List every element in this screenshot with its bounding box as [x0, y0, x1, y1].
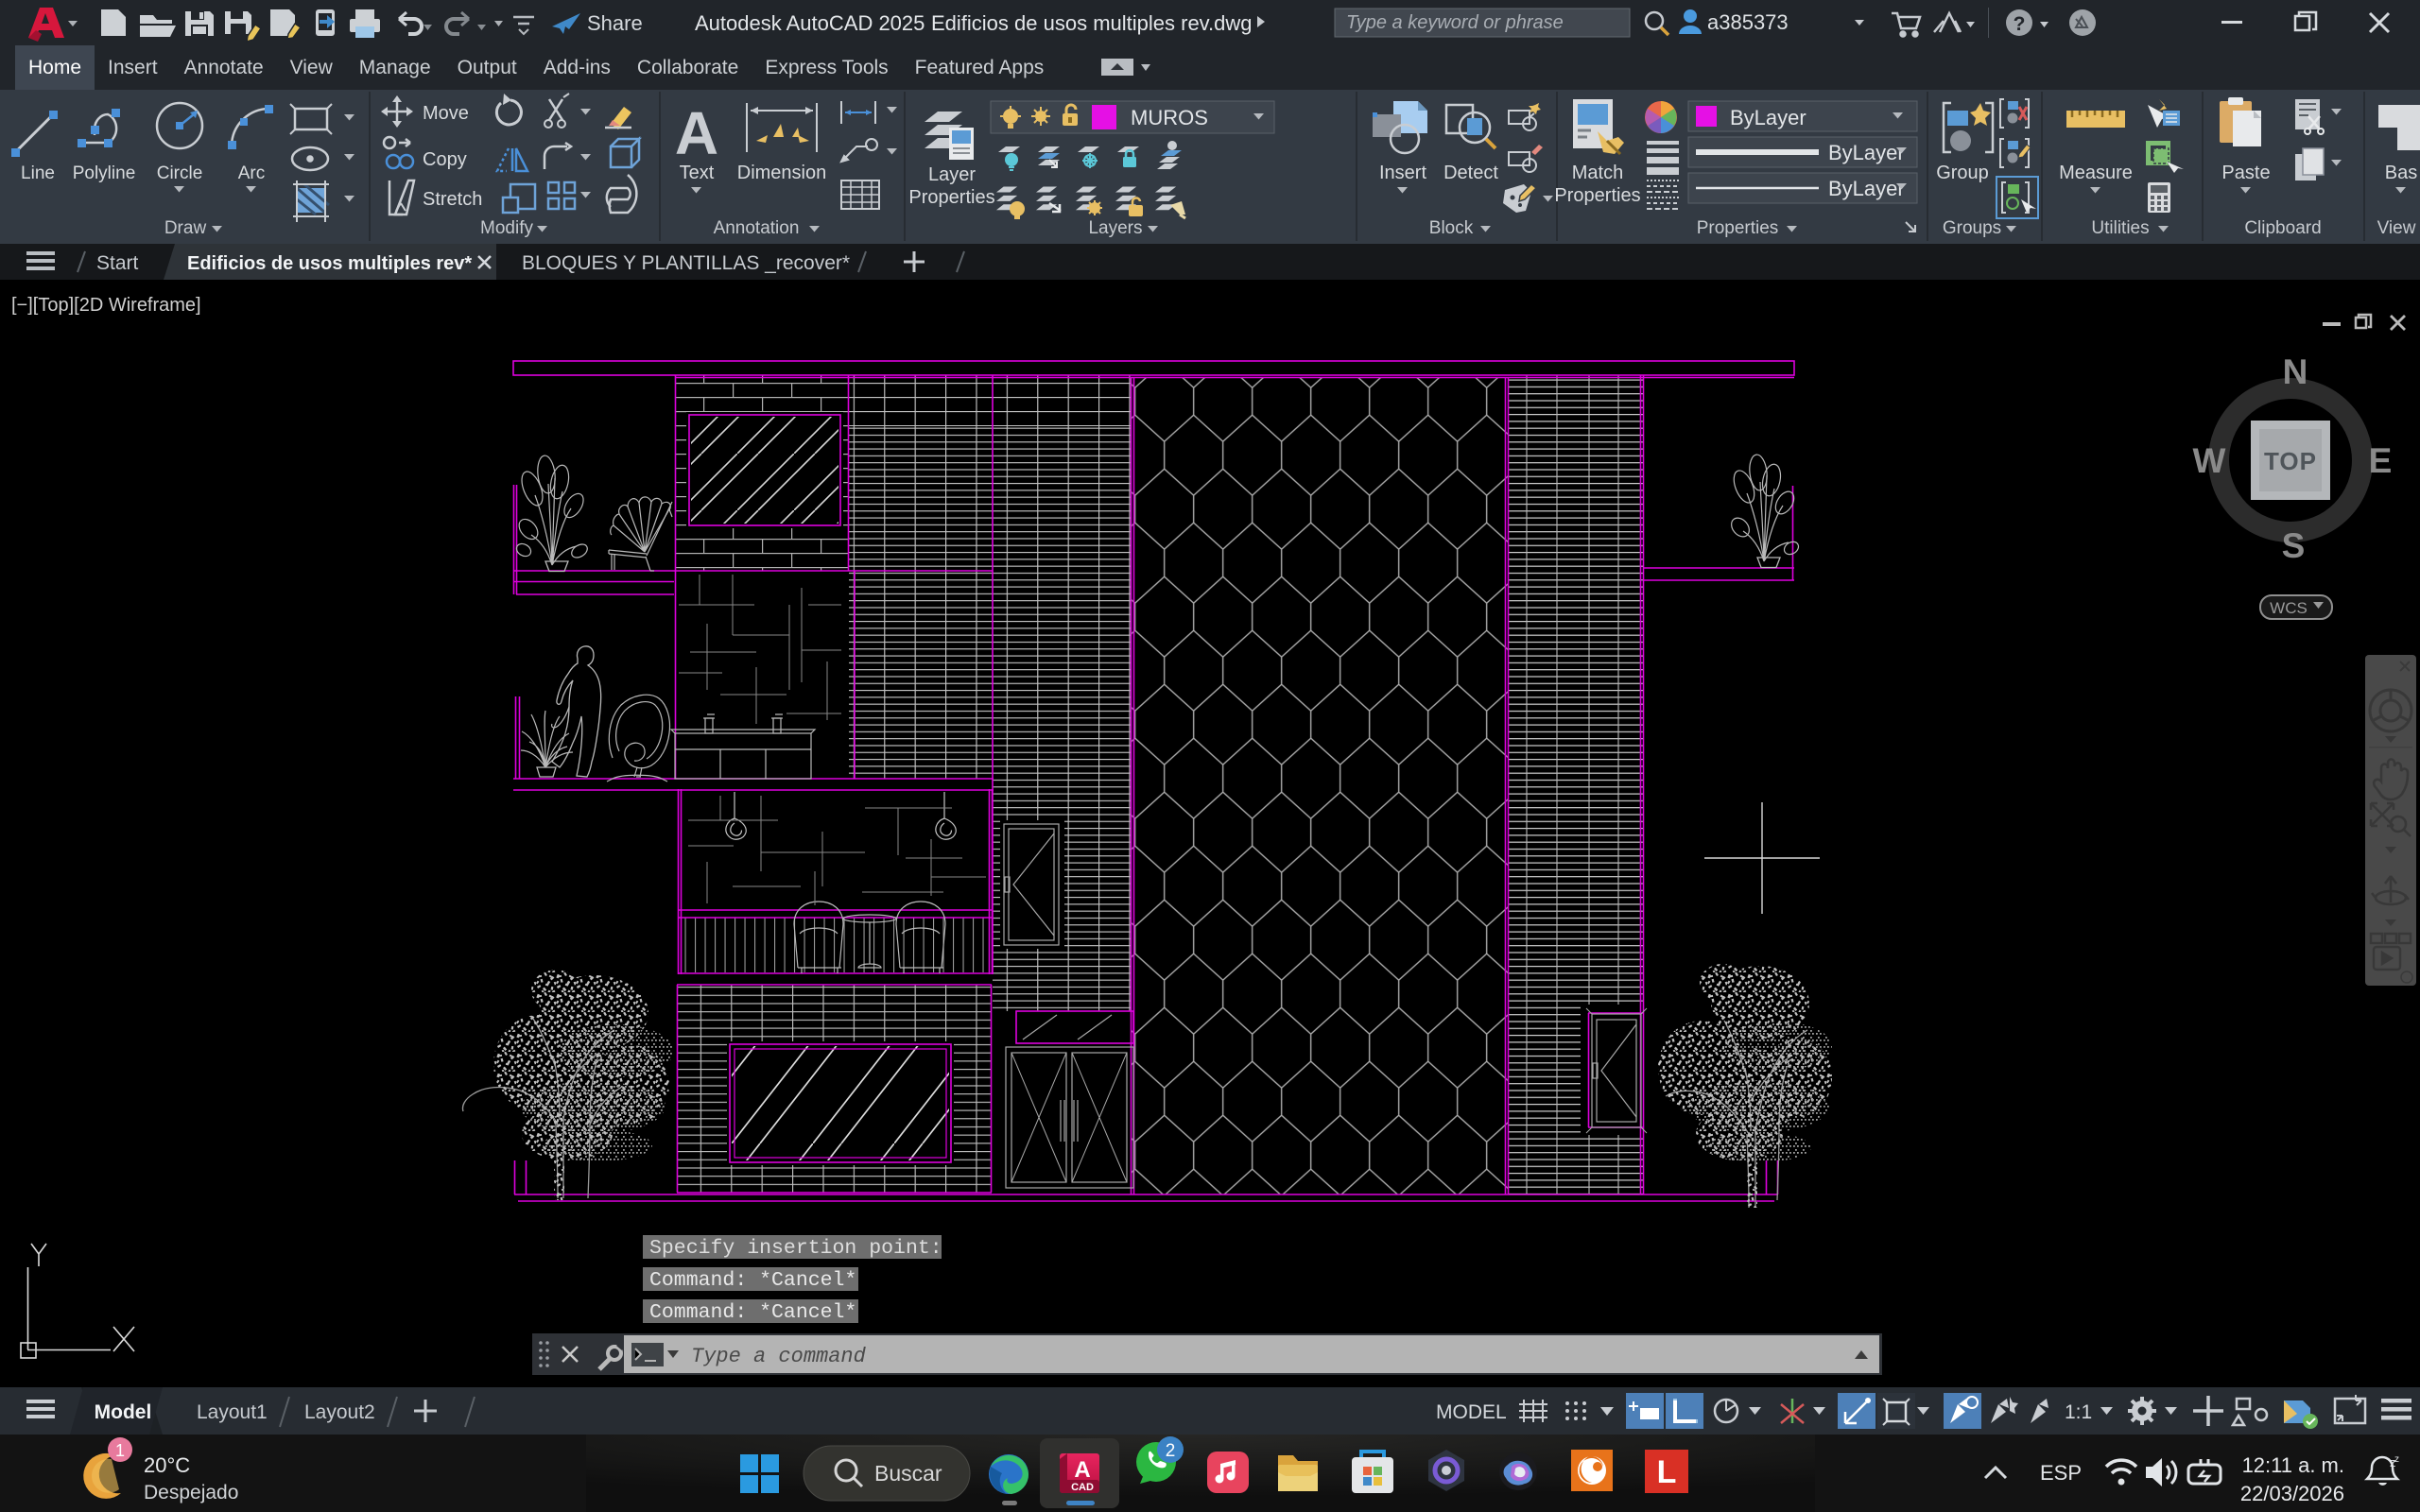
svg-text:Properties: Properties — [1697, 218, 1779, 238]
svg-text:MODEL: MODEL — [1436, 1401, 1507, 1423]
svg-text:ByLayer: ByLayer — [1828, 141, 1905, 164]
svg-text:Paste: Paste — [2221, 163, 2270, 183]
svg-text:Type a command: Type a command — [691, 1345, 867, 1368]
svg-text:Share: Share — [587, 11, 643, 35]
svg-text:CAD: CAD — [1071, 1482, 1094, 1493]
svg-text:Circle: Circle — [157, 163, 203, 183]
svg-text:Specify insertion point:: Specify insertion point: — [649, 1237, 942, 1260]
svg-text:Draw: Draw — [164, 218, 207, 238]
svg-text:Despejado: Despejado — [144, 1482, 238, 1503]
svg-text:ByLayer: ByLayer — [1828, 177, 1905, 200]
svg-text:Type a keyword or phrase: Type a keyword or phrase — [1346, 12, 1564, 33]
svg-text:Layout1: Layout1 — [197, 1401, 268, 1423]
svg-text:L: L — [1657, 1454, 1677, 1490]
svg-text:Start: Start — [96, 252, 139, 274]
svg-text:1:1: 1:1 — [2065, 1401, 2092, 1423]
svg-text:ByLayer: ByLayer — [1730, 106, 1806, 129]
svg-text:Dimension: Dimension — [737, 163, 826, 183]
svg-text:Properties: Properties — [908, 187, 994, 208]
svg-text:Copy: Copy — [423, 149, 467, 170]
svg-text:Command: *Cancel*: Command: *Cancel* — [649, 1301, 856, 1324]
svg-text:a385373: a385373 — [1707, 10, 1789, 34]
svg-text:Block: Block — [1429, 218, 1474, 238]
svg-text:WCS: WCS — [2270, 599, 2308, 617]
svg-text:Edificios de usos multiples re: Edificios de usos multiples rev.dwg — [931, 11, 1253, 35]
svg-text:Stretch: Stretch — [423, 189, 482, 210]
svg-text:Command: *Cancel*: Command: *Cancel* — [649, 1269, 856, 1292]
svg-text:1: 1 — [115, 1441, 125, 1460]
svg-text:MUROS: MUROS — [1131, 106, 1208, 129]
svg-text:A: A — [675, 99, 718, 167]
svg-text:[−][Top][2D Wireframe]: [−][Top][2D Wireframe] — [11, 295, 201, 316]
svg-text:20°C: 20°C — [144, 1453, 190, 1477]
svg-text:Bas: Bas — [2385, 163, 2417, 183]
svg-text:Buscar: Buscar — [874, 1461, 942, 1486]
svg-text:Clipboard: Clipboard — [2244, 218, 2321, 238]
svg-text:ESP: ESP — [2040, 1461, 2082, 1485]
svg-text:?: ? — [2014, 13, 2026, 35]
svg-text:N: N — [2283, 352, 2308, 391]
svg-text:Autodesk AutoCAD 2025: Autodesk AutoCAD 2025 — [695, 11, 925, 35]
svg-text:A: A — [1074, 1457, 1090, 1483]
svg-text:Properties: Properties — [1554, 185, 1640, 206]
svg-text:BLOQUES Y PLANTILLAS _recover*: BLOQUES Y PLANTILLAS _recover* — [522, 252, 850, 274]
svg-text:Model: Model — [95, 1401, 152, 1423]
svg-text:S: S — [2282, 526, 2306, 565]
svg-text:z: z — [2394, 1454, 2399, 1465]
svg-text:Layer: Layer — [928, 164, 976, 185]
svg-text:Match: Match — [1572, 163, 1623, 183]
svg-text:E: E — [2369, 441, 2393, 480]
svg-text:TOP: TOP — [2264, 447, 2317, 475]
svg-text:2: 2 — [1166, 1441, 1176, 1461]
svg-text:12:11 a. m.: 12:11 a. m. — [2242, 1453, 2344, 1477]
svg-text:Utilities: Utilities — [2091, 218, 2149, 238]
svg-text:Detect: Detect — [1443, 163, 1498, 183]
svg-text:Layers: Layers — [1088, 218, 1142, 238]
svg-text:Annotation: Annotation — [714, 218, 800, 238]
svg-text:Groups: Groups — [1943, 218, 2001, 238]
svg-text:Modify: Modify — [480, 218, 533, 238]
svg-text:Insert: Insert — [1379, 163, 1426, 183]
svg-text:Group: Group — [1936, 163, 1989, 183]
svg-text:Layout2: Layout2 — [304, 1401, 375, 1423]
svg-text:Move: Move — [423, 103, 469, 124]
svg-text:W: W — [2193, 441, 2226, 480]
svg-text:View: View — [2377, 218, 2416, 238]
svg-text:Line: Line — [21, 163, 55, 183]
svg-text:Edificios de usos multiples re: Edificios de usos multiples rev* — [187, 253, 472, 274]
svg-text:22/03/2026: 22/03/2026 — [2240, 1482, 2344, 1505]
svg-text:Text: Text — [680, 163, 715, 183]
svg-text:Arc: Arc — [238, 163, 266, 183]
svg-text:Measure: Measure — [2059, 163, 2133, 183]
svg-text:Polyline: Polyline — [73, 163, 136, 183]
